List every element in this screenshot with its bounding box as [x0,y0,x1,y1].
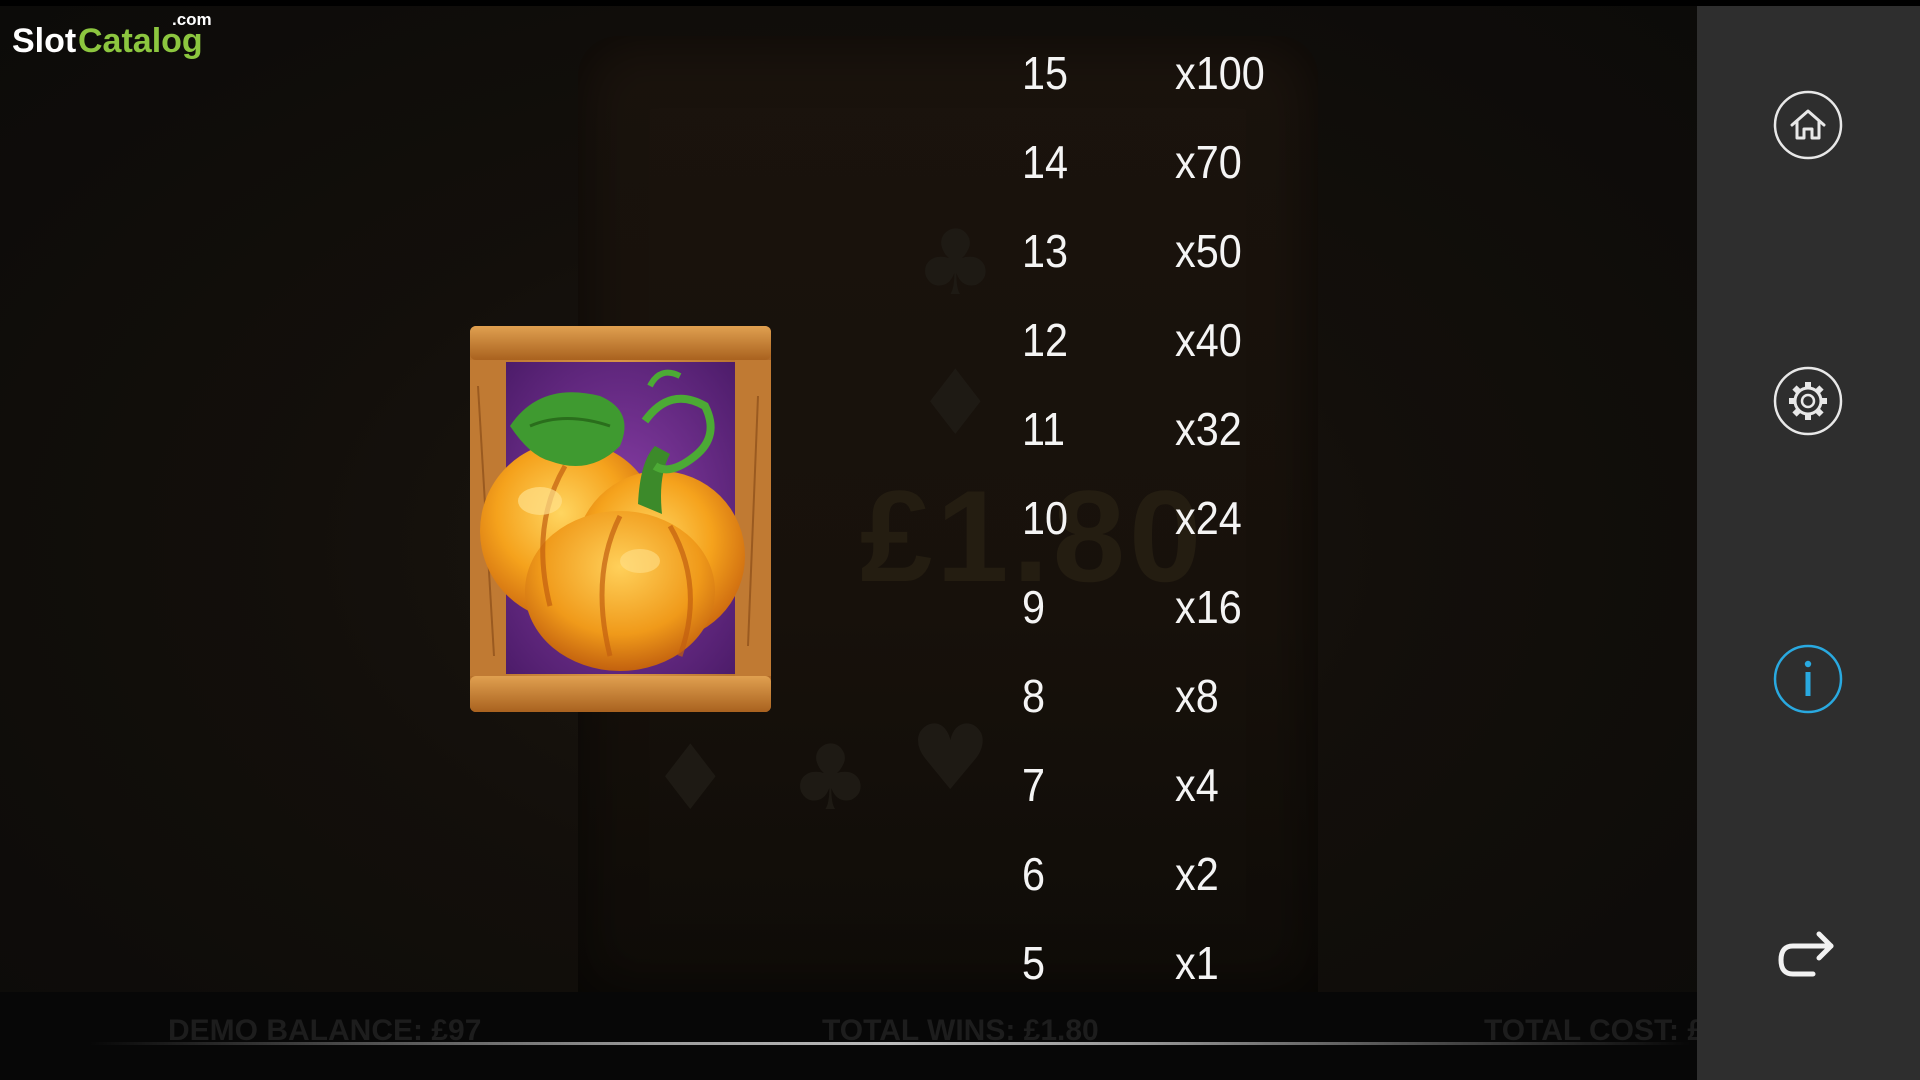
gear-icon [1773,366,1843,436]
payout-multiplier: x24 [1175,492,1242,544]
paytable-row: 8 x8 [1010,669,1330,758]
payout-multiplier: x32 [1175,403,1242,455]
game-screen: ♦ ♣ ♥ ♣ ♦ £1.80 Slot Catalog .com 15 x10… [0,0,1920,1080]
home-icon [1773,90,1843,160]
payout-multiplier: x70 [1175,136,1242,188]
payout-multiplier: x1 [1175,937,1219,989]
payout-multiplier: x100 [1175,47,1265,99]
club-suit-icon: ♣ [915,211,996,316]
symbol-count: 6 [1022,848,1046,900]
symbol-count: 12 [1022,314,1069,366]
settings-button[interactable] [1773,366,1843,436]
paytable-row: 11 x32 [1010,402,1330,491]
payout-multiplier: x50 [1175,225,1242,277]
paytable-row: 10 x24 [1010,491,1330,580]
symbol-count: 8 [1022,670,1046,722]
symbol-count: 15 [1022,47,1069,99]
logo-slot-text: Slot [12,22,77,60]
paytable-row: 13 x50 [1010,224,1330,313]
symbol-count: 5 [1022,937,1046,989]
symbol-count: 14 [1022,136,1069,188]
payout-multiplier: x16 [1175,581,1242,633]
payout-multiplier: x8 [1175,670,1219,722]
payout-multiplier: x4 [1175,759,1219,811]
symbol-count: 9 [1022,581,1046,633]
paytable-row: 9 x16 [1010,580,1330,669]
home-button[interactable] [1773,90,1843,160]
symbol-count: 11 [1022,403,1065,455]
info-button[interactable] [1773,644,1843,714]
paytable-row: 6 x2 [1010,847,1330,936]
payout-multiplier: x40 [1175,314,1242,366]
dimmed-game-background: ♦ ♣ ♥ ♣ ♦ £1.80 [0,6,1697,996]
return-arrow-icon [1778,931,1834,977]
progress-line [90,1042,1690,1045]
club-suit-icon: ♣ [790,726,871,831]
symbol-count: 10 [1022,492,1069,544]
diamond-suit-icon: ♦ [915,351,996,456]
pumpkin-icon [470,326,771,712]
paytable-row: 14 x70 [1010,135,1330,224]
symbol-count: 13 [1022,225,1069,277]
bottom-status-bar: DEMO BALANCE: £97 TOTAL WINS: £1.80 TOTA… [0,992,1704,1080]
pumpkin-symbol [470,326,771,712]
payout-multiplier: x2 [1175,848,1219,900]
paytable-row: 7 x4 [1010,758,1330,847]
diamond-suit-icon: ♦ [650,726,731,831]
logo-com-text: .com [172,10,212,29]
paytable-row: 15 x100 [1010,46,1330,135]
return-button[interactable] [1773,918,1843,988]
heart-suit-icon: ♥ [910,706,991,811]
side-menu-panel [1697,6,1920,1080]
symbol-count: 7 [1022,759,1046,811]
info-icon [1773,644,1843,714]
paytable-row: 12 x40 [1010,313,1330,402]
paytable: 15 x100 14 x70 13 x50 12 x40 11 x32 10 x… [1010,46,1330,1025]
